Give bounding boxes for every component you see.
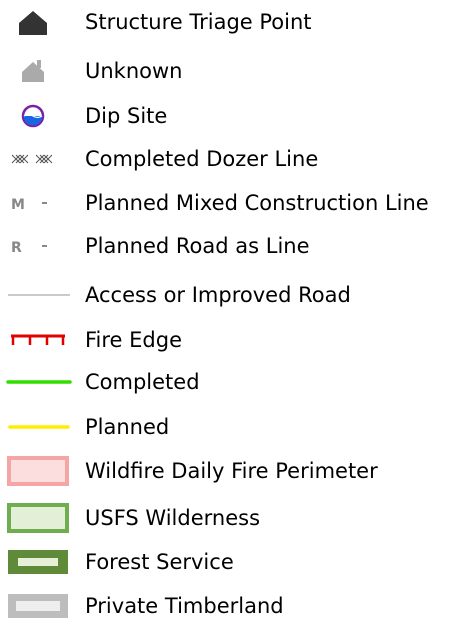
legend-label: Planned Mixed Construction Line xyxy=(85,191,429,215)
road-line-icon: R xyxy=(6,226,72,266)
legend-item-usfs-wilderness: USFS Wilderness xyxy=(0,498,474,538)
legend-label: Access or Improved Road xyxy=(85,283,351,307)
legend-item-planned-mixed-construction-line: M Planned Mixed Construction Line xyxy=(0,183,474,223)
legend-item-structure-triage-point: Structure Triage Point xyxy=(0,2,474,42)
perimeter-swatch-icon xyxy=(6,451,72,491)
legend-label: Fire Edge xyxy=(85,328,183,352)
legend-label: Planned xyxy=(85,415,170,439)
legend-item-planned: Planned xyxy=(0,407,474,447)
dozer-line-icon xyxy=(6,139,72,179)
legend-item-planned-road-as-line: R Planned Road as Line xyxy=(0,226,474,266)
wilderness-swatch-icon xyxy=(6,498,72,538)
line-letter-r: R xyxy=(11,240,22,256)
road-line-icon xyxy=(6,275,72,315)
fire-edge-icon xyxy=(6,320,72,360)
legend-item-unknown: Unknown xyxy=(0,51,474,91)
structure-house-icon xyxy=(6,2,72,42)
legend-label: Structure Triage Point xyxy=(85,10,312,34)
legend-item-fire-edge: Fire Edge xyxy=(0,320,474,360)
legend-item-access-or-improved-road: Access or Improved Road xyxy=(0,275,474,315)
forest-service-swatch-icon xyxy=(6,542,72,582)
legend-item-forest-service: Forest Service xyxy=(0,542,474,582)
legend-label: Completed xyxy=(85,370,200,394)
legend-label: Unknown xyxy=(85,59,183,83)
legend-item-private-timberland: Private Timberland xyxy=(0,586,474,626)
completed-line-icon xyxy=(6,362,72,402)
mixed-line-icon: M xyxy=(6,183,72,223)
legend-item-completed: Completed xyxy=(0,362,474,402)
legend-label: Completed Dozer Line xyxy=(85,147,319,171)
unknown-house-icon xyxy=(6,51,72,91)
legend-label: Planned Road as Line xyxy=(85,234,310,258)
dip-site-icon xyxy=(6,96,72,136)
line-letter-m: M xyxy=(11,197,25,213)
timberland-swatch-icon xyxy=(6,586,72,626)
legend-label: Wildfire Daily Fire Perimeter xyxy=(85,459,378,483)
legend-item-dip-site: Dip Site xyxy=(0,96,474,136)
legend-item-completed-dozer-line: Completed Dozer Line xyxy=(0,139,474,179)
legend-label: Forest Service xyxy=(85,550,234,574)
planned-line-icon xyxy=(6,407,72,447)
legend-item-wildfire-daily-fire-perimeter: Wildfire Daily Fire Perimeter xyxy=(0,451,474,491)
legend-label: Dip Site xyxy=(85,104,168,128)
legend-label: Private Timberland xyxy=(85,594,284,618)
map-legend: Structure Triage Point Unknown Dip Site xyxy=(0,0,474,629)
legend-label: USFS Wilderness xyxy=(85,506,261,530)
